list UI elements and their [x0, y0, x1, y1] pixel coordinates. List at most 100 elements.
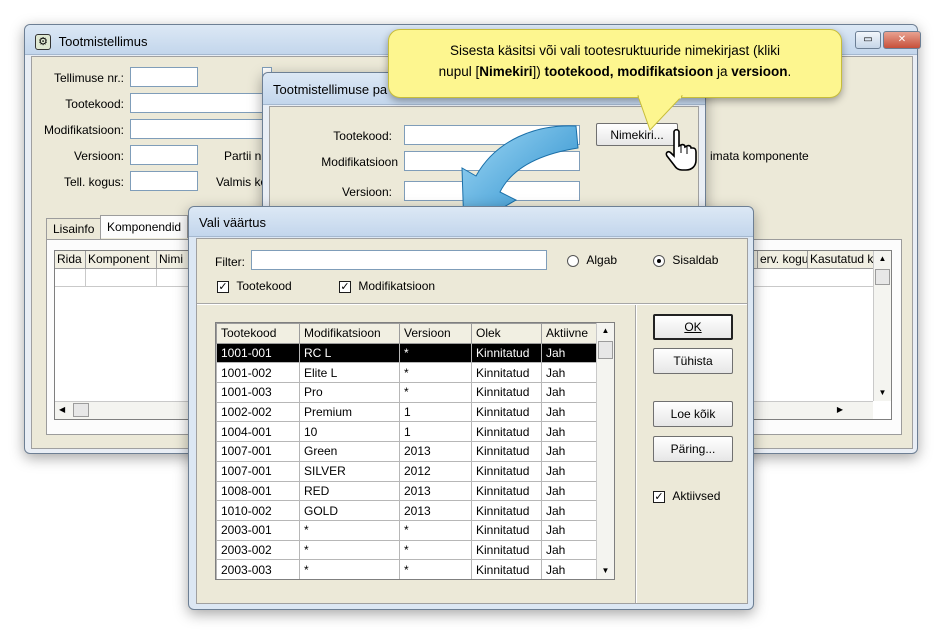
h-scroll-thumb[interactable] — [73, 403, 89, 417]
values-grid-scrollbar[interactable]: ▲ ▼ — [596, 323, 614, 579]
tell-kogus-input[interactable] — [130, 171, 198, 191]
table-row[interactable]: 1001-003 Pro * Kinnitatud Jah — [216, 382, 598, 403]
table-cell: Jah — [541, 539, 598, 561]
radio-sisaldab[interactable]: Sisaldab — [653, 253, 718, 267]
table-cell: 2013 — [399, 480, 472, 502]
filter-label: Filter: — [215, 255, 245, 269]
dialog-titlebar[interactable]: Vali väärtus — [189, 207, 753, 237]
table-cell: Kinnitatud — [471, 519, 542, 541]
table-row[interactable]: 1007-001 SILVER 2012 Kinnitatud Jah — [216, 460, 598, 482]
values-scroll-thumb[interactable] — [598, 341, 613, 359]
col-header-modifikatsioon[interactable]: Modifikatsioon — [299, 323, 400, 344]
table-cell: * — [399, 539, 472, 561]
table-row[interactable]: 1004-001 10 1 Kinnitatud Jah — [216, 421, 598, 443]
table-row[interactable]: 1001-002 Elite L * Kinnitatud Jah — [216, 362, 598, 384]
table-cell: 1008-001 — [216, 480, 300, 502]
table-cell: 1001-002 — [216, 362, 300, 384]
tootekood-input[interactable] — [130, 93, 268, 113]
scroll-right-arrow-icon[interactable]: ▶ — [837, 405, 843, 414]
table-cell: 1001-003 — [216, 382, 300, 403]
values-grid[interactable]: Tootekood Modifikatsioon Versioon Olek A… — [215, 322, 615, 580]
table-cell: 2013 — [399, 500, 472, 521]
table-cell: Kinnitatud — [471, 382, 542, 403]
loe-koik-button-label: Loe kõik — [670, 407, 716, 421]
grid-header-reserv-kogus[interactable]: erv. kogu — [757, 251, 807, 268]
radio-algab[interactable]: Algab — [567, 253, 617, 267]
table-cell: Kinnitatud — [471, 559, 542, 579]
restore-button[interactable]: ▭ — [855, 31, 881, 49]
table-cell: Kinnitatud — [471, 480, 542, 502]
table-cell: Kinnitatud — [471, 342, 542, 364]
table-row[interactable]: 1002-002 Premium 1 Kinnitatud Jah — [216, 401, 598, 423]
table-row[interactable]: 2003-001 * * Kinnitatud Jah — [216, 519, 598, 541]
col-header-aktiivne[interactable]: Aktiivne — [541, 323, 598, 344]
table-cell: Jah — [541, 421, 598, 443]
table-row[interactable]: 1007-001 Green 2013 Kinnitatud Jah — [216, 441, 598, 462]
table-row[interactable]: 2003-002 * * Kinnitatud Jah — [216, 539, 598, 561]
callout-bold-nimekiri: Nimekiri — [479, 64, 533, 79]
table-row[interactable]: 1008-001 RED 2013 Kinnitatud Jah — [216, 480, 598, 502]
check-aktiivsed[interactable]: ✓ Aktiivsed — [653, 489, 720, 503]
radio-algab-label: Algab — [586, 253, 618, 267]
tuhista-button[interactable]: Tühista — [653, 348, 733, 374]
radio-algab-circle[interactable] — [567, 254, 579, 267]
grid-header-komponent[interactable]: Komponent — [86, 251, 157, 268]
ok-button[interactable]: OK — [653, 314, 733, 340]
scroll-down-arrow-icon[interactable]: ▼ — [874, 385, 891, 401]
grid-header-nimi[interactable]: Nimi — [157, 251, 187, 268]
tuhista-button-label: Tühista — [673, 354, 713, 368]
checkbox-aktiivsed[interactable]: ✓ — [653, 490, 665, 503]
hand-cursor-icon — [665, 128, 697, 171]
radio-sisaldab-circle[interactable] — [653, 254, 665, 267]
table-cell: 1010-002 — [216, 500, 300, 521]
scroll-thumb[interactable] — [875, 269, 890, 285]
table-row[interactable]: 1010-002 GOLD 2013 Kinnitatud Jah — [216, 500, 598, 521]
scroll-left-arrow-icon[interactable]: ◀ — [59, 405, 65, 414]
values-scroll-down-icon[interactable]: ▼ — [597, 563, 614, 579]
col-header-tootekood[interactable]: Tootekood — [216, 323, 300, 344]
versioon-input[interactable] — [130, 145, 198, 165]
table-row[interactable]: 1001-001 RC L * Kinnitatud Jah — [216, 342, 598, 364]
table-cell: Premium — [299, 401, 400, 423]
close-button[interactable]: ✕ — [883, 31, 921, 49]
scroll-up-arrow-icon[interactable]: ▲ — [874, 251, 891, 267]
check-tootekood[interactable]: ✓ Tootekood — [217, 279, 292, 293]
table-cell: * — [299, 539, 400, 561]
checkbox-modifikatsioon[interactable]: ✓ — [339, 280, 351, 293]
grid-header-kasutatud[interactable]: Kasutatud k — [807, 251, 873, 268]
instruction-callout: Sisesta käsitsi või vali tootesruktuurid… — [388, 29, 842, 98]
table-cell: Kinnitatud — [471, 460, 542, 482]
col-header-olek[interactable]: Olek — [471, 323, 542, 344]
table-cell: 1 — [399, 421, 472, 443]
checkbox-tootekood[interactable]: ✓ — [217, 280, 229, 293]
tellimuse-nr-label: Tellimuse nr.: — [53, 71, 124, 85]
grid-vertical-scrollbar[interactable]: ▲ ▼ — [873, 251, 891, 401]
paring-button[interactable]: Päring... — [653, 436, 733, 462]
loe-koik-button[interactable]: Loe kõik — [653, 401, 733, 427]
col-header-versioon[interactable]: Versioon — [399, 323, 472, 344]
table-cell: Kinnitatud — [471, 539, 542, 561]
table-cell: Jah — [541, 441, 598, 462]
ok-button-label: OK — [684, 320, 702, 334]
values-scroll-up-icon[interactable]: ▲ — [597, 323, 614, 339]
values-table[interactable]: Tootekood Modifikatsioon Versioon Olek A… — [216, 323, 598, 579]
table-cell: * — [299, 519, 400, 541]
table-cell: Jah — [541, 500, 598, 521]
callout-line-1: Sisesta käsitsi või vali tootesruktuurid… — [449, 43, 781, 58]
callout-bold-fields: tootekood, modifikatsioon — [544, 64, 714, 79]
table-cell: 1007-001 — [216, 441, 300, 462]
table-cell: Jah — [541, 460, 598, 482]
tab-lisainfo[interactable]: Lisainfo — [46, 218, 102, 239]
callout-text-end: . — [787, 64, 792, 79]
check-modifikatsioon[interactable]: ✓ Modifikatsioon — [339, 279, 435, 293]
table-cell: * — [399, 559, 472, 579]
table-row[interactable]: 2003-003 * * Kinnitatud Jah — [216, 559, 598, 579]
modifikatsioon-input[interactable] — [130, 119, 268, 139]
callout-line-2: nupul [Nimekiri]) tootekood, modifikatsi… — [401, 61, 829, 82]
grid-header-rida[interactable]: Rida — [55, 251, 86, 268]
tellimuse-nr-input[interactable] — [130, 67, 198, 87]
tab-komponendid[interactable]: Komponendid — [100, 215, 189, 238]
table-cell: Kinnitatud — [471, 401, 542, 423]
table-cell: Jah — [541, 382, 598, 403]
filter-input[interactable] — [251, 250, 547, 270]
